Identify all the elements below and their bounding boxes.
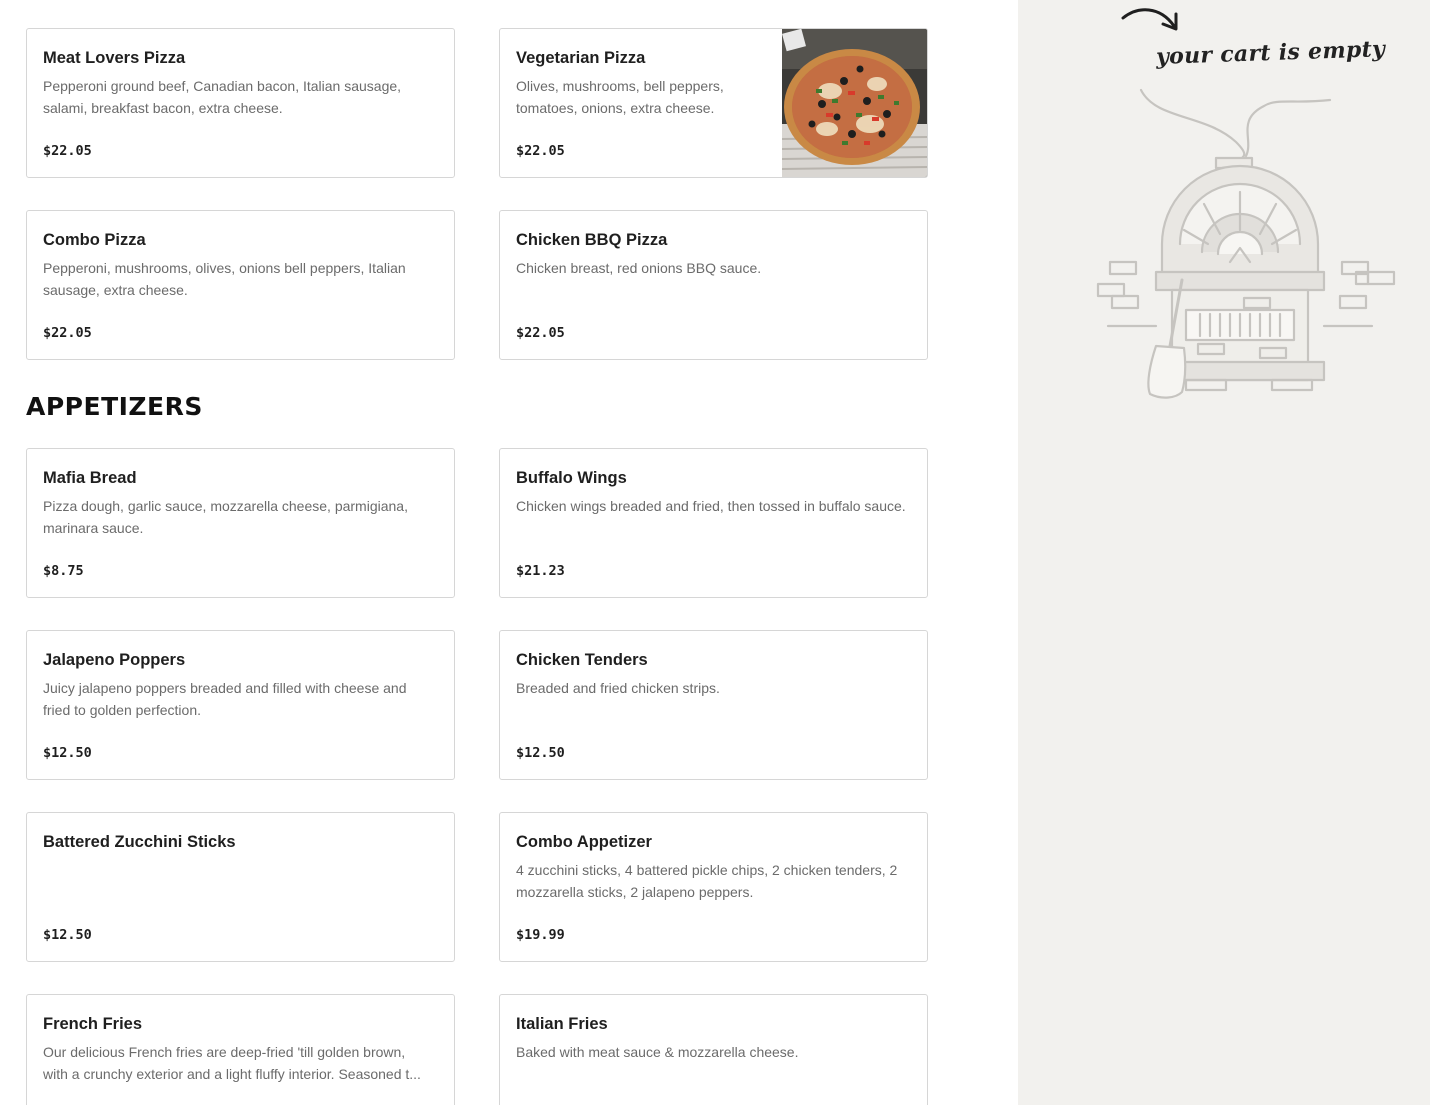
menu-item-card[interactable]: Combo Pizza Pepperoni, mushrooms, olives… [26,210,455,360]
menu-item-name: Combo Appetizer [516,833,652,851]
menu-item-card[interactable]: Chicken BBQ Pizza Chicken breast, red on… [499,210,928,360]
menu-item-card[interactable]: Vegetarian Pizza Olives, mushrooms, bell… [499,28,928,178]
menu-item-name: Chicken BBQ Pizza [516,231,668,249]
menu-item-description: Breaded and fried chicken strips. [516,680,720,696]
menu-panel: Meat Lovers Pizza Pepperoni ground beef,… [0,0,1018,1105]
menu-item-description-line: with a crunchy exterior and a light fluf… [43,1066,421,1082]
menu-item-price: $19.99 [516,927,565,943]
menu-item-price: $22.05 [43,143,92,159]
menu-item-card[interactable]: Battered Zucchini Sticks $12.50 [26,812,455,962]
menu-item-card[interactable]: Mafia Bread Pizza dough, garlic sauce, m… [26,448,455,598]
menu-item-card[interactable]: Chicken Tenders Breaded and fried chicke… [499,630,928,780]
menu-item-description: Chicken breast, red onions BBQ sauce. [516,260,762,276]
menu-item-card[interactable]: Meat Lovers Pizza Pepperoni ground beef,… [26,28,455,178]
menu-item-card[interactable]: French Fries Our delicious French fries … [26,994,455,1105]
menu-item-description: Juicy jalapeno poppers breaded and fille… [43,680,407,718]
menu-item-name: Meat Lovers Pizza [43,49,186,67]
cart-panel: your cart is empty [1018,0,1430,1105]
menu-item-description-line: Our delicious French fries are deep-frie… [43,1044,406,1060]
menu-item-description: Pizza dough, garlic sauce, mozzarella ch… [43,498,408,536]
cart-empty-message: your cart is empty [1155,36,1386,70]
menu-item-name: Chicken Tenders [516,651,648,669]
menu-item-name: Combo Pizza [43,231,146,249]
menu-item-price: $22.05 [516,143,565,159]
menu-item-name: Jalapeno Poppers [43,651,186,669]
menu-item-card[interactable]: Combo Appetizer 4 zucchini sticks, 4 bat… [499,812,928,962]
menu-item-name: Battered Zucchini Sticks [43,833,236,851]
menu-item-card[interactable]: Jalapeno Poppers Juicy jalapeno poppers … [26,630,455,780]
menu-item-price: $12.50 [43,745,92,761]
menu-item-description: Baked with meat sauce & mozzarella chees… [516,1044,799,1060]
vegetarian-pizza-photo [782,29,927,177]
menu-item-name: French Fries [43,1015,143,1033]
menu-item-price: $22.05 [516,325,565,341]
menu-item-price: $8.75 [43,563,84,579]
menu-item-card[interactable]: Buffalo Wings Chicken wings breaded and … [499,448,928,598]
menu-item-price: $12.50 [516,745,565,761]
pizza-oven-icon [1096,88,1396,399]
menu-item-description: Our delicious French fries are deep-frie… [43,1041,435,1085]
menu-item-name: Vegetarian Pizza [516,49,646,67]
section-title-appetizers: APPETIZERS [26,392,203,421]
menu-item-name: Buffalo Wings [516,469,627,487]
menu-item-card[interactable]: Italian Fries Baked with meat sauce & mo… [499,994,928,1105]
menu-item-price: $12.50 [43,927,92,943]
menu-item-description: 4 zucchini sticks, 4 battered pickle chi… [516,862,898,900]
menu-item-description: Pepperoni ground beef, Canadian bacon, I… [43,78,402,116]
menu-item-description: Pepperoni, mushrooms, olives, onions bel… [43,260,406,298]
menu-item-price: $21.23 [516,563,565,579]
menu-item-price: $22.05 [43,325,92,341]
menu-item-description: Chicken wings breaded and fried, then to… [516,498,906,514]
menu-item-name: Italian Fries [516,1015,608,1033]
curved-arrow-icon [1121,8,1178,31]
menu-item-description: Olives, mushrooms, bell peppers, tomatoe… [516,78,724,116]
menu-item-name: Mafia Bread [43,469,137,487]
